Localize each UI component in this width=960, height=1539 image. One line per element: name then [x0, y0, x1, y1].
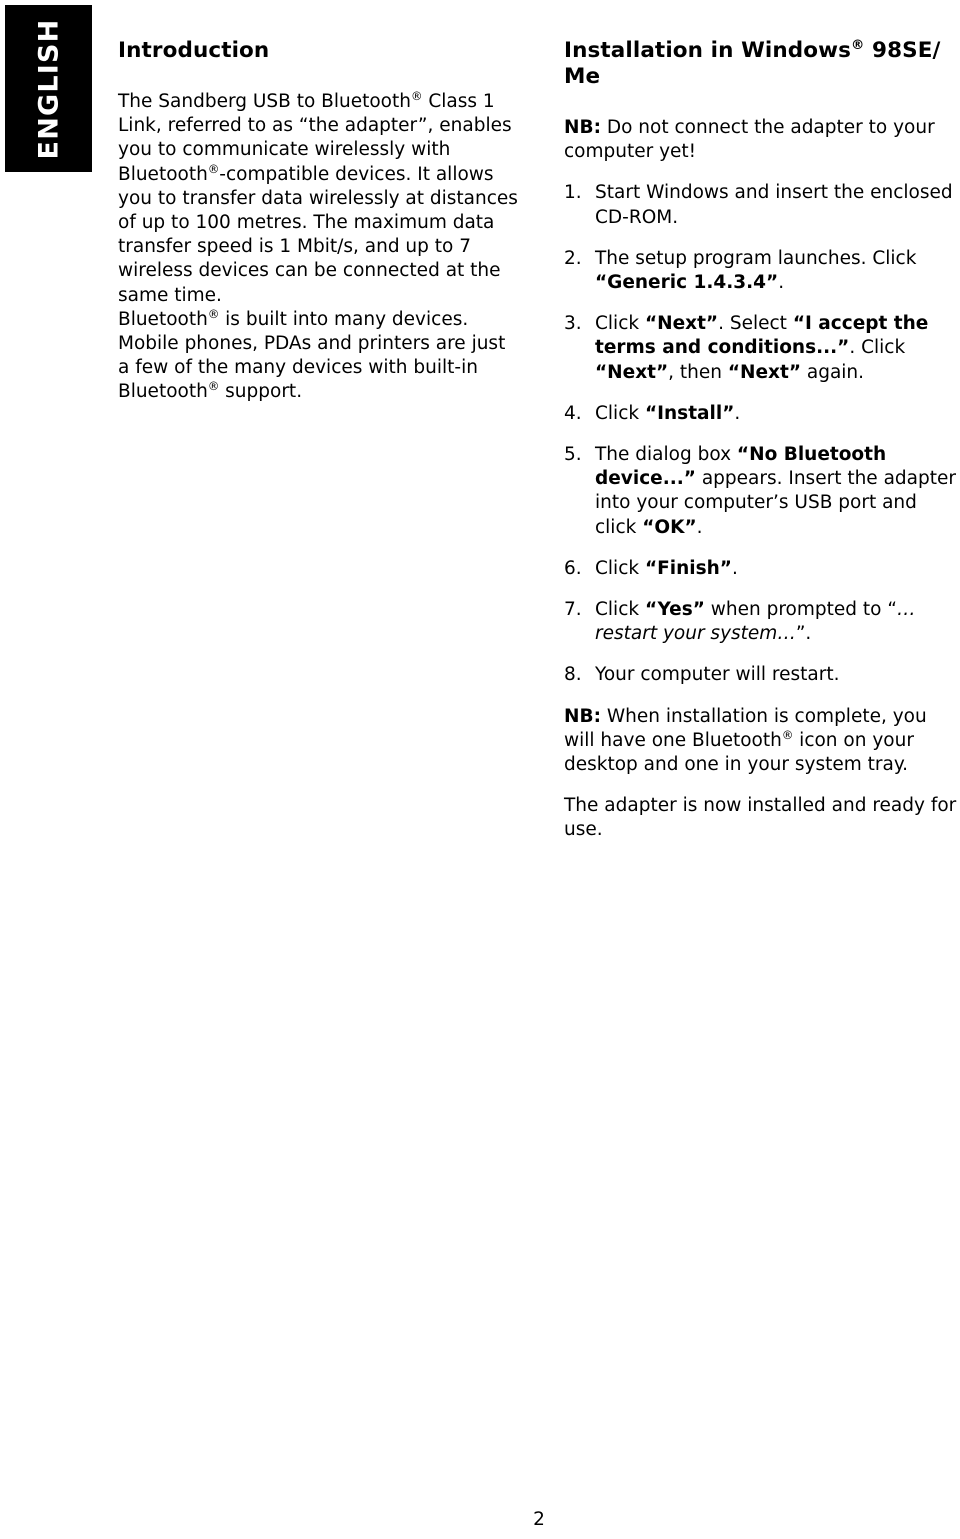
note-top-label: NB:	[564, 117, 601, 138]
note-spacer	[564, 164, 960, 181]
installation-step: 7. Click “Yes” when prompted to “…restart…	[564, 598, 960, 646]
step-text-emphasis: “Generic 1.4.3.4”	[595, 272, 779, 294]
step-text-segment: . Select	[718, 313, 793, 335]
step-text: Your computer will restart.	[595, 664, 839, 685]
installation-step: 1. Start Windows and insert the enclosed …	[564, 181, 960, 229]
language-tab-label: ENGLISH	[33, 18, 64, 159]
step-number: 3.	[564, 313, 582, 335]
step-text-segment: when prompted to “	[704, 599, 897, 621]
step-text-segment: .	[696, 516, 703, 538]
installation-step: 8. Your computer will restart.	[564, 663, 960, 687]
step-text-segment: .	[734, 402, 741, 424]
step-text-segment: .	[778, 272, 785, 294]
step-text-segment: Start Windows and insert the enclosed CD…	[595, 182, 953, 228]
registered-trademark-icon: ®	[207, 161, 220, 176]
installation-step: 5. The dialog box “No Bluetooth device...…	[564, 443, 960, 540]
right-column: Installation in Windows® 98SE/ Me NB: Do…	[564, 38, 960, 843]
left-column: Introduction The Sandberg USB to Bluetoo…	[118, 38, 522, 405]
note-bottom: NB: When installation is complete, you w…	[564, 705, 960, 778]
registered-trademark-icon: ®	[410, 88, 423, 103]
note-top: NB: Do not connect the adapter to your c…	[564, 116, 960, 164]
step-text-segment: .	[731, 557, 738, 579]
registered-trademark-icon: ®	[207, 306, 220, 321]
installation-heading-text-a: Installation in Windows	[564, 38, 852, 63]
introduction-paragraph-2: Bluetooth® is built into many devices. M…	[118, 308, 522, 405]
step-number: 4.	[564, 402, 582, 424]
step-text-segment: again.	[800, 361, 865, 383]
introduction-paragraph-1: The Sandberg USB to Bluetooth® Class 1 L…	[118, 90, 522, 308]
closing-paragraph: The adapter is now installed and ready f…	[564, 795, 957, 841]
introduction-heading: Introduction	[118, 38, 270, 63]
steps-spacer	[564, 688, 960, 705]
installation-steps-list: 1. Start Windows and insert the enclosed …	[564, 181, 960, 687]
note-bottom-label: NB:	[564, 705, 601, 727]
step-text-segment: The dialog box	[595, 444, 737, 466]
registered-trademark-icon: ®	[207, 379, 220, 394]
step-number: 5.	[564, 444, 582, 466]
step-text: Click “Install”.	[595, 403, 740, 424]
installation-step: 4. Click “Install”.	[564, 402, 960, 426]
intro-p1-text-a: The Sandberg USB to Bluetooth	[118, 91, 411, 112]
intro-p2-text-a: Bluetooth	[118, 308, 208, 330]
step-text-segment: Click	[595, 599, 645, 621]
intro-p2-text-c: support.	[219, 381, 303, 403]
registered-trademark-icon: ®	[851, 37, 865, 53]
step-text-segment: The setup program launches. Click	[595, 247, 917, 269]
step-text-segment: Click	[595, 402, 645, 424]
registered-trademark-icon: ®	[781, 727, 794, 742]
step-text-emphasis: “Install”	[644, 402, 735, 424]
heading-spacer	[564, 90, 960, 116]
step-number: 6.	[564, 557, 582, 579]
step-text: The setup program launches. Click “Gener…	[595, 248, 916, 293]
step-text: Click “Yes” when prompted to “…restart y…	[595, 599, 915, 644]
step-text-emphasis: “Next”	[644, 313, 719, 335]
step-text-emphasis: “Next”	[727, 361, 801, 383]
installation-step: 6. Click “Finish”.	[564, 557, 960, 581]
step-text: Click “Finish”.	[595, 558, 738, 579]
step-text: The dialog box “No Bluetooth device...” …	[595, 444, 956, 538]
step-text-segment: ”.	[795, 623, 812, 645]
step-number: 1.	[564, 182, 582, 204]
step-text-segment: Click	[595, 557, 645, 579]
step-text-emphasis: “Next”	[595, 361, 669, 383]
step-text-emphasis: “OK”	[642, 516, 697, 538]
step-text-emphasis: “Finish”	[644, 557, 732, 579]
step-text-segment: Click	[595, 313, 645, 335]
step-text-segment: , then	[668, 361, 728, 383]
language-tab: ENGLISH	[5, 5, 92, 172]
step-text: Click “Next”. Select “I accept the terms…	[595, 313, 928, 382]
step-number: 2.	[564, 247, 582, 269]
closing-spacer	[564, 777, 960, 794]
page-number-value: 2	[533, 1509, 545, 1530]
step-text: Start Windows and insert the enclosed CD…	[595, 182, 953, 227]
step-number: 7.	[564, 599, 582, 621]
installation-heading: Installation in Windows® 98SE/ Me	[564, 38, 960, 90]
step-text-segment: Your computer will restart.	[595, 664, 840, 686]
note-top-text: Do not connect the adapter to your compu…	[564, 117, 935, 163]
heading-spacer	[118, 64, 522, 90]
step-number: 8.	[564, 664, 582, 686]
installation-step: 2. The setup program launches. Click “Gen…	[564, 247, 960, 295]
step-text-emphasis: “Yes”	[644, 599, 705, 621]
step-text-segment: . Click	[849, 337, 906, 359]
installation-step: 3. Click “Next”. Select “I accept the ter…	[564, 312, 960, 385]
page-number-footer: 2	[0, 1508, 960, 1532]
